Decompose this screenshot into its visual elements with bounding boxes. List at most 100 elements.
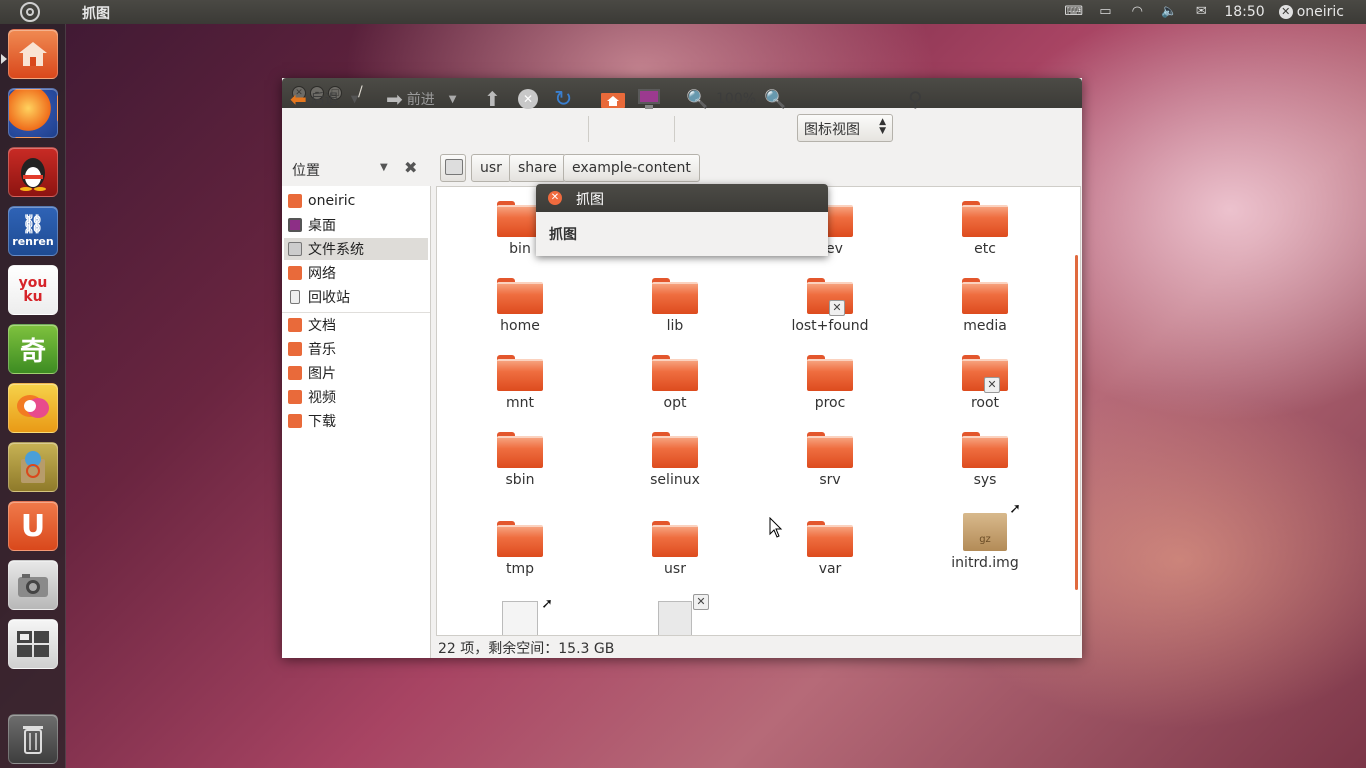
file-item-partial[interactable]: ✕ — [605, 594, 745, 635]
back-button[interactable]: ⬅ 后退 ▼ — [290, 87, 359, 111]
back-arrow-icon: ⬅ — [290, 87, 307, 111]
file-name: proc — [814, 395, 846, 411]
popup-titlebar[interactable]: ✕ 抓图 — [536, 184, 828, 212]
folder-icon — [497, 355, 543, 391]
file-item[interactable]: lib — [605, 278, 745, 334]
file-item[interactable]: ✕ root — [915, 355, 1055, 411]
launcher-screenshot[interactable] — [8, 560, 58, 610]
folder-icon: ✕ — [962, 355, 1008, 393]
documents-icon — [288, 318, 302, 332]
indicator-area: ⌨ ▭ ◠ 🔈 ✉ 18:50 ✕ oneiric — [1064, 0, 1344, 24]
file-item[interactable]: tmp — [450, 521, 590, 577]
folder-icon — [652, 521, 698, 557]
network-icon[interactable]: ◠ — [1128, 5, 1146, 19]
places-label: 位置 — [292, 163, 320, 179]
pictures-icon — [288, 366, 302, 380]
launcher-chat[interactable] — [8, 383, 58, 433]
sidebar-item-oneiric[interactable]: oneiric — [284, 190, 428, 212]
file-name: lib — [666, 318, 684, 334]
file-item[interactable]: sbin — [450, 432, 590, 488]
places-sidebar: oneiric 桌面 文件系统 网络 回收站 文档 音乐 图片 视频 下载 — [282, 186, 431, 658]
sidebar-item-trash[interactable]: 回收站 — [284, 286, 428, 308]
folder-icon — [652, 278, 698, 314]
toolbar-separator — [588, 116, 589, 142]
launcher-trash[interactable] — [8, 714, 58, 764]
back-dropdown-icon[interactable]: ▼ — [351, 94, 359, 105]
search-icon[interactable]: ⚲ — [908, 87, 923, 111]
file-name: var — [818, 561, 842, 577]
breadcrumb-usr[interactable]: usr — [471, 154, 511, 182]
popup-close-button[interactable]: ✕ — [548, 191, 562, 205]
forward-dropdown-icon[interactable]: ▼ — [449, 94, 457, 105]
mail-icon[interactable]: ✉ — [1192, 5, 1210, 19]
breadcrumb-example-content[interactable]: example-content — [563, 154, 700, 182]
file-item[interactable]: sys — [915, 432, 1055, 488]
file-item[interactable]: srv — [760, 432, 900, 488]
symlink-arrow-icon: ➚ — [1009, 501, 1021, 517]
user-menu[interactable]: ✕ oneiric — [1278, 4, 1344, 20]
popup-heading: 抓图 — [549, 227, 577, 243]
file-item[interactable]: media — [915, 278, 1055, 334]
file-item[interactable]: proc — [760, 355, 900, 411]
file-item[interactable]: selinux — [605, 432, 745, 488]
file-name: sys — [973, 472, 997, 488]
file-item[interactable]: gz ➚ initrd.img — [915, 501, 1055, 571]
view-mode-select[interactable]: 图标视图 ▲ ▼ — [797, 114, 893, 142]
launcher-workspace-switcher[interactable] — [8, 619, 58, 669]
file-name: opt — [663, 395, 687, 411]
launcher-qq[interactable] — [8, 147, 58, 197]
folder-icon — [652, 432, 698, 468]
stop-icon: ✕ — [518, 89, 538, 109]
launcher-home-folder[interactable] — [8, 29, 58, 79]
launcher-youku[interactable]: you ku — [8, 265, 58, 315]
forward-button[interactable]: ➡ 前进 ▼ — [386, 87, 457, 111]
file-item[interactable]: ✕ lost+found — [760, 278, 900, 334]
volume-icon[interactable]: 🔈 — [1160, 5, 1178, 19]
zoom-in-icon[interactable]: 🔍 — [764, 88, 786, 110]
qiyi-label: 奇 — [19, 336, 46, 367]
sidebar-item-network[interactable]: 网络 — [284, 262, 428, 284]
reload-icon[interactable]: ↻ — [554, 87, 572, 112]
file-item[interactable]: usr — [605, 521, 745, 577]
sidebar-item-filesystem[interactable]: 文件系统 — [284, 238, 428, 260]
computer-button[interactable] — [636, 88, 662, 110]
sidebar-item-videos[interactable]: 视频 — [284, 386, 428, 408]
launcher-qiyi[interactable]: 奇 — [8, 324, 58, 374]
zoom-level: 100% — [716, 91, 757, 107]
launcher-ubuntu-one[interactable]: U — [8, 501, 58, 551]
forward-label: 前进 — [406, 92, 435, 108]
breadcrumb-root[interactable] — [440, 154, 466, 182]
keyboard-icon[interactable]: ⌨ — [1064, 5, 1083, 19]
launcher-software-center[interactable] — [8, 442, 58, 492]
folder-icon — [962, 201, 1008, 237]
file-item[interactable]: etc — [915, 201, 1055, 257]
up-arrow-icon[interactable]: ⬆ — [484, 87, 501, 111]
scrollbar[interactable] — [1075, 255, 1078, 590]
close-sidebar-icon[interactable]: ✖ — [404, 158, 417, 177]
folder-icon: ✕ — [807, 278, 853, 316]
sidebar-item-desktop[interactable]: 桌面 — [284, 214, 428, 236]
binary-file-icon: ✕ — [658, 594, 709, 635]
sidebar-item-documents[interactable]: 文档 — [284, 314, 428, 336]
top-panel: 抓图 ⌨ ▭ ◠ 🔈 ✉ 18:50 ✕ oneiric — [0, 0, 1366, 24]
breadcrumb-share[interactable]: share — [509, 154, 566, 182]
launcher-firefox[interactable] — [8, 88, 58, 138]
file-item-partial[interactable]: ➚ — [450, 596, 590, 635]
home-button[interactable] — [600, 88, 626, 110]
zoom-out-icon[interactable]: 🔍 — [686, 88, 708, 110]
places-select[interactable]: 位置 ▼ ✖ — [292, 158, 417, 180]
file-item[interactable]: opt — [605, 355, 745, 411]
sidebar-item-label: 下载 — [308, 414, 336, 430]
session-icon: ✕ — [1278, 5, 1293, 19]
launcher-renren[interactable]: ⛓ renren — [8, 206, 58, 256]
sidebar-item-downloads[interactable]: 下载 — [284, 410, 428, 432]
file-item[interactable]: home — [450, 278, 590, 334]
clock[interactable]: 18:50 — [1224, 4, 1264, 20]
ubuntu-logo-icon[interactable] — [20, 2, 40, 22]
battery-icon[interactable]: ▭ — [1096, 5, 1114, 19]
text-file-icon: ➚ — [502, 596, 553, 635]
file-item[interactable]: mnt — [450, 355, 590, 411]
sidebar-item-pictures[interactable]: 图片 — [284, 362, 428, 384]
stop-button[interactable]: ✕ — [518, 88, 538, 110]
sidebar-item-music[interactable]: 音乐 — [284, 338, 428, 360]
